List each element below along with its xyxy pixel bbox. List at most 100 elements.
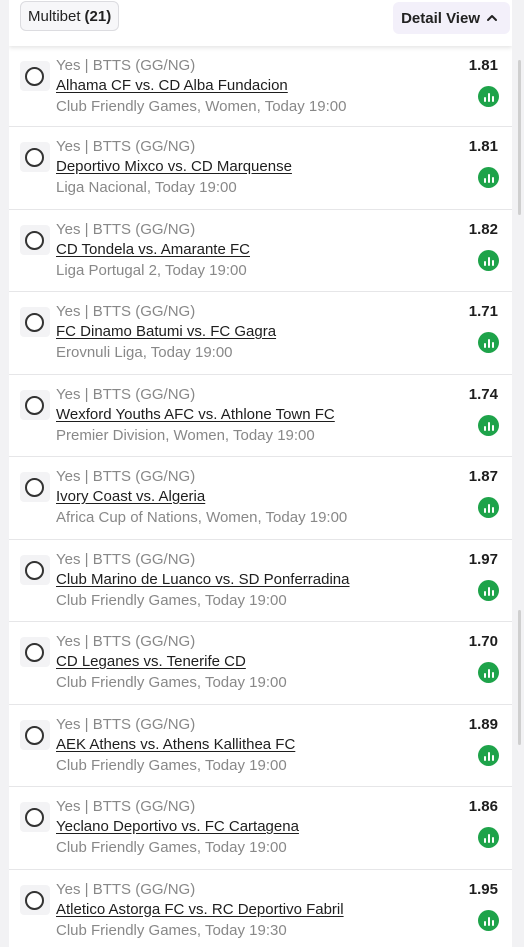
stats-bar bbox=[487, 421, 490, 431]
stats-bar-chart-icon[interactable] bbox=[478, 86, 499, 107]
stats-bar bbox=[491, 96, 494, 102]
stats-bar bbox=[491, 754, 494, 761]
stats-bar bbox=[483, 755, 486, 761]
multibet-card: Multibet (21) Detail View Yes | BTTS (GG… bbox=[9, 0, 512, 947]
bet-odds: 1.74 bbox=[468, 385, 498, 403]
select-bet-radio[interactable] bbox=[20, 307, 50, 337]
stats-bar bbox=[491, 837, 494, 843]
select-bet-radio[interactable] bbox=[20, 802, 50, 832]
select-bet-radio[interactable] bbox=[20, 224, 50, 255]
bet-odds: 1.71 bbox=[468, 303, 498, 320]
radio-unchecked-icon bbox=[25, 890, 44, 910]
stats-bar bbox=[483, 590, 486, 596]
bet-market: Yes | BTTS (GG/NG) bbox=[56, 798, 196, 815]
bet-odds: 1.81 bbox=[468, 57, 498, 74]
radio-unchecked-icon bbox=[25, 230, 44, 250]
bet-odds: 1.95 bbox=[468, 880, 498, 898]
stats-bar bbox=[487, 669, 490, 678]
stats-bar bbox=[491, 507, 494, 513]
bet-odds: 1.89 bbox=[468, 715, 498, 733]
bet-league-time: Club Friendly Games, Today 19:00 bbox=[56, 591, 287, 609]
bet-match-link[interactable]: Atletico Astorga FC vs. RC Deportivo Fab… bbox=[56, 901, 344, 918]
stats-bar bbox=[483, 920, 486, 926]
bet-match-link[interactable]: CD Tondela vs. Amarante FC bbox=[56, 241, 250, 258]
multibet-tab[interactable]: Multibet (21) bbox=[20, 1, 120, 31]
stats-bar bbox=[491, 589, 494, 596]
bet-match-link[interactable]: Club Marino de Luanco vs. SD Ponferradin… bbox=[56, 571, 350, 588]
stats-bar bbox=[483, 260, 486, 266]
radio-unchecked-icon bbox=[25, 148, 44, 167]
stats-bar bbox=[483, 178, 486, 183]
detail-view-button[interactable]: Detail View bbox=[393, 2, 510, 34]
select-bet-radio[interactable] bbox=[20, 637, 50, 667]
stats-bar bbox=[487, 93, 490, 102]
page: Multibet (21) Detail View Yes | BTTS (GG… bbox=[0, 0, 524, 947]
bet-match-link[interactable]: Wexford Youths AFC vs. Athlone Town FC bbox=[56, 406, 335, 423]
select-bet-radio[interactable] bbox=[20, 61, 50, 91]
stats-bar bbox=[487, 586, 490, 596]
bet-match-link[interactable]: CD Leganes vs. Tenerife CD bbox=[56, 653, 246, 670]
stats-bar-chart-icon[interactable] bbox=[478, 579, 499, 601]
bet-market: Yes | BTTS (GG/NG) bbox=[56, 303, 196, 320]
bet-league-time: Club Friendly Games, Women, Today 19:00 bbox=[56, 98, 347, 115]
bet-market: Yes | BTTS (GG/NG) bbox=[56, 550, 196, 568]
select-bet-radio[interactable] bbox=[20, 142, 50, 172]
stats-bar bbox=[483, 425, 486, 431]
scrollbar[interactable] bbox=[518, 60, 521, 215]
select-bet-radio[interactable] bbox=[20, 472, 50, 502]
bet-row: Yes | BTTS (GG/NG) Deportivo Mixco vs. C… bbox=[9, 127, 512, 210]
bet-list: Yes | BTTS (GG/NG) Alhama CF vs. CD Alba… bbox=[9, 46, 512, 947]
stats-bar-chart-icon[interactable] bbox=[478, 662, 499, 683]
stats-bar bbox=[483, 508, 486, 513]
bet-row: Yes | BTTS (GG/NG) Ivory Coast vs. Alger… bbox=[9, 457, 512, 540]
bet-market: Yes | BTTS (GG/NG) bbox=[56, 138, 196, 155]
radio-unchecked-icon bbox=[25, 725, 44, 745]
stats-bar bbox=[483, 343, 486, 348]
bet-match-link[interactable]: Ivory Coast vs. Algeria bbox=[56, 488, 205, 505]
radio-unchecked-icon bbox=[25, 67, 44, 86]
multibet-header: Multibet (21) Detail View bbox=[9, 0, 512, 46]
radio-unchecked-icon bbox=[25, 643, 44, 662]
radio-unchecked-icon bbox=[25, 560, 44, 580]
bet-odds: 1.82 bbox=[468, 220, 498, 238]
select-bet-radio[interactable] bbox=[20, 554, 50, 585]
stats-bar bbox=[487, 751, 490, 761]
stats-bar bbox=[487, 256, 490, 266]
bet-row: Yes | BTTS (GG/NG) CD Leganes vs. Teneri… bbox=[9, 622, 512, 705]
bet-row: Yes | BTTS (GG/NG) Alhama CF vs. CD Alba… bbox=[9, 46, 512, 127]
stats-bar bbox=[487, 834, 490, 843]
bet-row: Yes | BTTS (GG/NG) Atletico Astorga FC v… bbox=[9, 870, 512, 947]
stats-bar-chart-icon[interactable] bbox=[478, 744, 499, 766]
bet-match-link[interactable]: FC Dinamo Batumi vs. FC Gagra bbox=[56, 323, 276, 340]
select-bet-radio[interactable] bbox=[20, 884, 50, 915]
bet-row: Yes | BTTS (GG/NG) Yeclano Deportivo vs.… bbox=[9, 787, 512, 870]
multibet-label: Multibet bbox=[28, 7, 81, 25]
stats-bar-chart-icon[interactable] bbox=[478, 414, 499, 436]
stats-bar bbox=[487, 916, 490, 926]
detail-view-label: Detail View bbox=[401, 9, 480, 27]
stats-bar-chart-icon[interactable] bbox=[478, 497, 499, 518]
stats-bar-chart-icon[interactable] bbox=[478, 909, 499, 931]
stats-bar-chart-icon[interactable] bbox=[478, 167, 499, 188]
stats-bar bbox=[483, 838, 486, 843]
select-bet-radio[interactable] bbox=[20, 719, 50, 750]
bet-market: Yes | BTTS (GG/NG) bbox=[56, 385, 196, 403]
stats-bar bbox=[487, 504, 490, 513]
bet-match-link[interactable]: Yeclano Deportivo vs. FC Cartagena bbox=[56, 818, 299, 835]
bet-match-link[interactable]: Alhama CF vs. CD Alba Fundacion bbox=[56, 77, 288, 94]
stats-bar bbox=[487, 339, 490, 348]
bet-row: Yes | BTTS (GG/NG) Wexford Youths AFC vs… bbox=[9, 375, 512, 457]
radio-unchecked-icon bbox=[25, 313, 44, 332]
bet-market: Yes | BTTS (GG/NG) bbox=[56, 880, 196, 898]
bet-match-link[interactable]: Deportivo Mixco vs. CD Marquense bbox=[56, 158, 292, 175]
stats-bar-chart-icon[interactable] bbox=[478, 827, 499, 848]
bet-match-link[interactable]: AEK Athens vs. Athens Kallithea FC bbox=[56, 736, 295, 753]
bet-league-time: Club Friendly Games, Today 19:00 bbox=[56, 839, 287, 856]
stats-bar-chart-icon[interactable] bbox=[478, 332, 499, 353]
stats-bar-chart-icon[interactable] bbox=[478, 249, 499, 271]
bet-league-time: Liga Portugal 2, Today 19:00 bbox=[56, 261, 247, 279]
chevron-up-icon bbox=[487, 15, 497, 21]
select-bet-radio[interactable] bbox=[20, 389, 50, 420]
bet-market: Yes | BTTS (GG/NG) bbox=[56, 633, 196, 650]
scrollbar-lower[interactable] bbox=[518, 610, 521, 745]
